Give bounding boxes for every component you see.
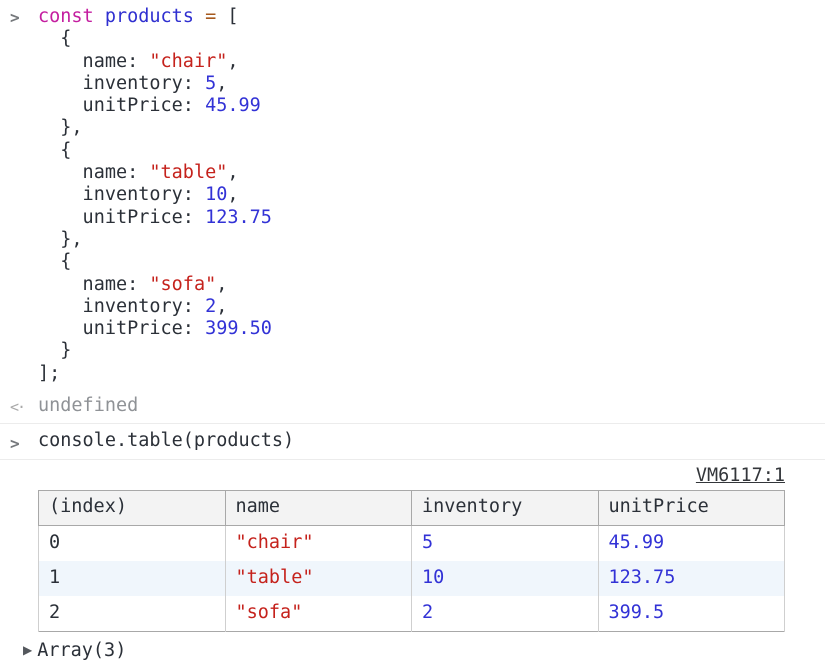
code-line: }, [38, 229, 785, 251]
console-result-undefined: <· undefined [0, 389, 825, 423]
table-body: 0"chair"545.991"table"10123.752"sofa"239… [39, 525, 785, 631]
console-table: (index)nameinventoryunitPrice 0"chair"54… [38, 490, 785, 632]
console-result-table: VM6117:1 (index)nameinventoryunitPrice 0… [0, 459, 825, 668]
code-token: = [205, 6, 216, 27]
code-token: , [227, 162, 238, 183]
code-token: 399.50 [205, 318, 272, 339]
code-token: , [216, 296, 227, 317]
code-token: , [216, 274, 227, 295]
table-header-cell[interactable]: unitPrice [598, 490, 785, 525]
code-token: , [216, 73, 227, 94]
code-token: name: [38, 162, 149, 183]
code-line: } [38, 340, 785, 362]
console-panel: > const products = [ { name: "chair", in… [0, 0, 825, 660]
disclosure-triangle-icon: ▶ [23, 639, 32, 661]
command-code-products: const products = [ { name: "chair", inve… [38, 6, 785, 385]
code-token: 45.99 [205, 95, 261, 116]
table-cell: 1 [39, 561, 226, 596]
code-token: const [38, 6, 105, 27]
table-header-cell[interactable]: (index) [39, 490, 226, 525]
code-token: inventory: [38, 296, 205, 317]
code-line: name: "table", [38, 162, 785, 184]
code-token: { [38, 28, 71, 49]
code-line: }, [38, 117, 785, 139]
code-token: "table" [149, 162, 227, 183]
console-command-products: > const products = [ { name: "chair", in… [0, 0, 825, 389]
undefined-value: undefined [38, 395, 785, 417]
return-value-arrow-icon: <· [10, 396, 24, 418]
code-token: } [38, 340, 71, 361]
array-preview-label: Array(3) [37, 640, 126, 661]
code-token: "sofa" [149, 274, 216, 295]
code-token: 2 [205, 296, 216, 317]
code-token: { [38, 251, 71, 272]
code-token: inventory: [38, 184, 205, 205]
table-cell: 5 [412, 525, 599, 561]
table-cell: 123.75 [598, 561, 785, 596]
code-token: name: [38, 274, 149, 295]
code-token: }, [38, 229, 83, 250]
code-line: ]; [38, 363, 785, 385]
code-token: ]; [38, 363, 60, 384]
code-line: inventory: 2, [38, 296, 785, 318]
code-token: unitPrice: [38, 207, 205, 228]
table-row: 1"table"10123.75 [39, 561, 785, 596]
table-cell: 2 [412, 596, 599, 632]
code-token: 123.75 [205, 207, 272, 228]
prompt-chevron-icon: > [10, 7, 19, 29]
code-token: name: [38, 51, 149, 72]
code-token: [ [216, 6, 238, 27]
table-row: 0"chair"545.99 [39, 525, 785, 561]
table-row: 2"sofa"2399.5 [39, 596, 785, 632]
table-header-row: (index)nameinventoryunitPrice [39, 490, 785, 525]
command-code-console-table: console.table(products) [38, 430, 785, 452]
code-line: { [38, 140, 785, 162]
code-token: { [38, 140, 71, 161]
code-line: { [38, 251, 785, 273]
table-cell: "chair" [225, 525, 412, 561]
code-line: inventory: 5, [38, 73, 785, 95]
code-token: console.table(products) [38, 430, 294, 451]
array-expander[interactable]: ▶Array(3) [23, 639, 785, 662]
code-line: unitPrice: 45.99 [38, 95, 785, 117]
code-line: unitPrice: 399.50 [38, 318, 785, 340]
code-token: inventory: [38, 73, 205, 94]
table-cell: 45.99 [598, 525, 785, 561]
console-command-table: > console.table(products) [0, 423, 825, 458]
code-token: , [227, 184, 238, 205]
code-token: 10 [205, 184, 227, 205]
code-line: name: "chair", [38, 51, 785, 73]
code-line: console.table(products) [38, 430, 785, 452]
code-token: unitPrice: [38, 95, 205, 116]
code-token: 5 [205, 73, 216, 94]
table-cell: "table" [225, 561, 412, 596]
table-cell: 2 [39, 596, 226, 632]
table-header-cell[interactable]: inventory [412, 490, 599, 525]
table-cell: 0 [39, 525, 226, 561]
source-link-row: VM6117:1 [38, 465, 785, 487]
code-line: { [38, 28, 785, 50]
code-token: "chair" [149, 51, 227, 72]
code-token [194, 6, 205, 27]
source-link[interactable]: VM6117:1 [696, 465, 785, 486]
code-line: const products = [ [38, 6, 785, 28]
code-token: }, [38, 117, 83, 138]
code-line: inventory: 10, [38, 184, 785, 206]
table-cell: 10 [412, 561, 599, 596]
code-token: unitPrice: [38, 318, 205, 339]
table-cell: 399.5 [598, 596, 785, 632]
table-cell: "sofa" [225, 596, 412, 632]
code-line: unitPrice: 123.75 [38, 207, 785, 229]
prompt-chevron-icon: > [10, 433, 19, 455]
code-token: products [105, 6, 194, 27]
code-token: , [227, 51, 238, 72]
code-line: name: "sofa", [38, 274, 785, 296]
table-header-cell[interactable]: name [225, 490, 412, 525]
